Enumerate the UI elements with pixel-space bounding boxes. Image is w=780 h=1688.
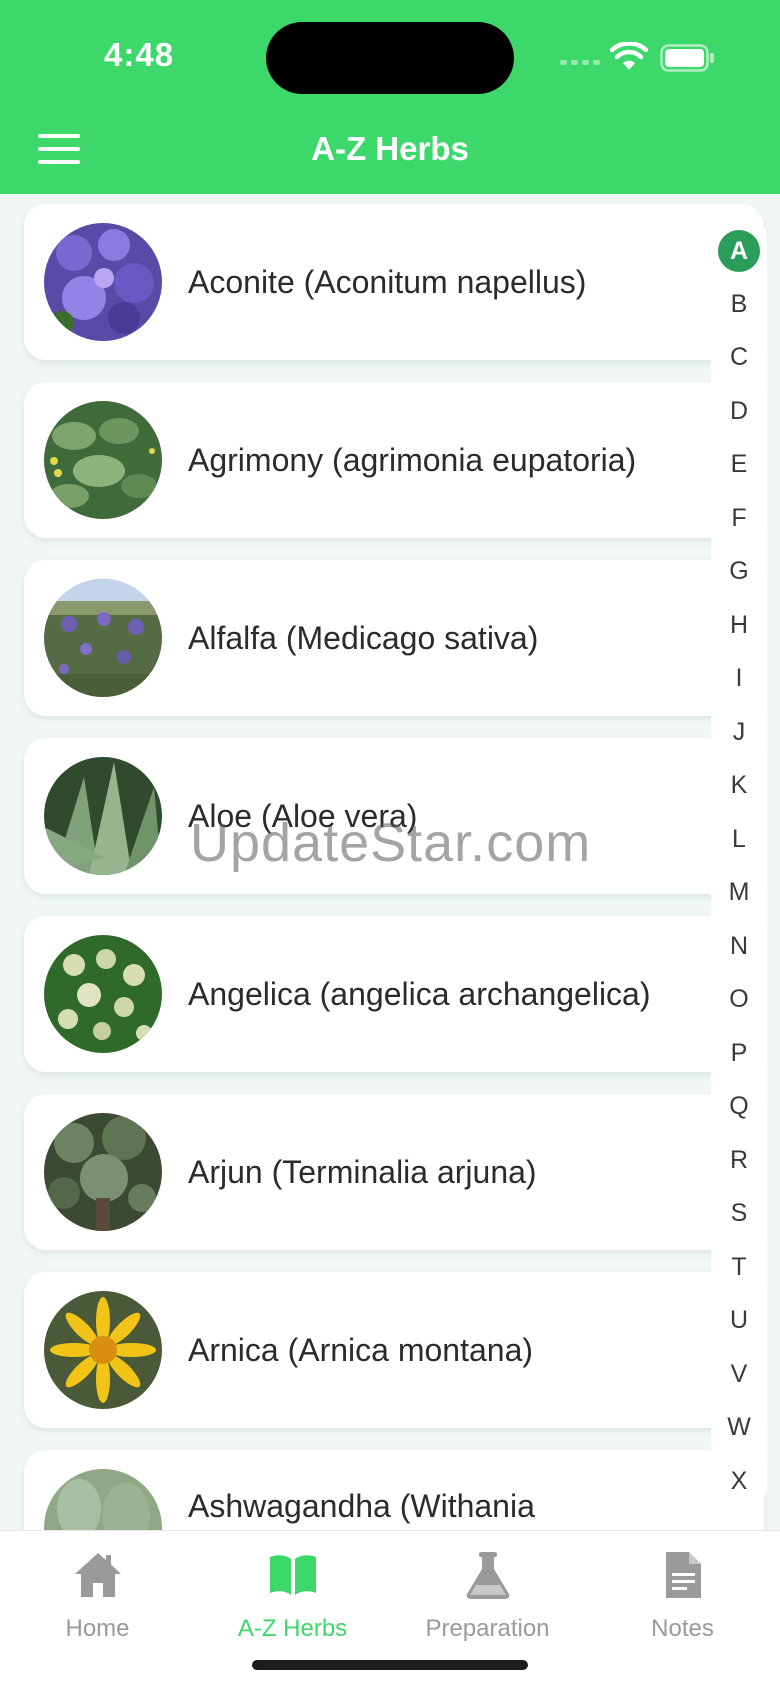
herb-card-agrimony[interactable]: Agrimony (agrimonia eupatoria) — [24, 382, 764, 538]
tab-notes[interactable]: Notes — [585, 1531, 780, 1651]
herb-card-arnica[interactable]: Arnica (Arnica montana) — [24, 1272, 764, 1428]
status-time: 4:48 — [104, 36, 175, 73]
index-letter-c[interactable]: C — [711, 335, 767, 379]
home-indicator — [252, 1660, 528, 1670]
herb-name: Aconite (Aconitum napellus) — [188, 264, 587, 300]
ashwagandha-photo — [44, 1469, 162, 1530]
home-icon — [75, 1553, 121, 1597]
tab-preparation[interactable]: Preparation — [390, 1531, 585, 1651]
index-letter-i[interactable]: I — [711, 656, 767, 700]
index-letter-v[interactable]: V — [711, 1352, 767, 1396]
tab-label: Home — [65, 1615, 130, 1642]
alphabet-index[interactable]: A B C D E F G H I J K L M N O P Q R S T … — [711, 222, 767, 1502]
aloe-photo — [44, 757, 162, 875]
arjun-photo — [44, 1113, 162, 1231]
herb-name: Arnica (Arnica montana) — [188, 1332, 534, 1368]
index-letter-l[interactable]: L — [711, 817, 767, 861]
app-header: 4:48 A-Z Herbs — [0, 0, 780, 194]
index-letter-t[interactable]: T — [711, 1245, 767, 1289]
herb-name: Ashwagandha (Withania — [188, 1488, 535, 1524]
document-icon — [666, 1552, 701, 1598]
index-letter-r[interactable]: R — [711, 1138, 767, 1182]
index-letter-j[interactable]: J — [711, 710, 767, 754]
index-letter-w[interactable]: W — [711, 1405, 767, 1449]
herb-card-ashwagandha[interactable]: Ashwagandha (Withania — [24, 1450, 764, 1530]
watermark: UpdateStar.com — [190, 813, 592, 873]
herb-name: Arjun (Terminalia arjuna) — [188, 1154, 537, 1190]
index-letter-a[interactable]: A — [718, 230, 760, 272]
tab-label: Preparation — [425, 1615, 550, 1642]
herb-card-aconite[interactable]: Aconite (Aconitum napellus) — [24, 204, 764, 360]
herb-card-arjun[interactable]: Arjun (Terminalia arjuna) — [24, 1094, 764, 1250]
arnica-photo — [44, 1291, 162, 1409]
herb-card-angelica[interactable]: Angelica (angelica archangelica) — [24, 916, 764, 1072]
index-letter-b[interactable]: B — [711, 282, 767, 326]
herb-name: Alfalfa (Medicago sativa) — [188, 620, 539, 656]
index-letter-s[interactable]: S — [711, 1191, 767, 1235]
page-title: A-Z Herbs — [311, 130, 469, 167]
flask-icon — [466, 1552, 510, 1599]
index-letter-q[interactable]: Q — [711, 1084, 767, 1128]
index-letter-x[interactable]: X — [711, 1459, 767, 1503]
index-letter-g[interactable]: G — [711, 549, 767, 593]
aconite-photo — [44, 223, 162, 341]
index-letter-m[interactable]: M — [711, 870, 767, 914]
index-letter-u[interactable]: U — [711, 1298, 767, 1342]
herb-name: Agrimony (agrimonia eupatoria) — [188, 442, 637, 478]
index-letter-k[interactable]: K — [711, 763, 767, 807]
dynamic-island — [266, 22, 514, 94]
app-screen: 4:48 A-Z Herbs Aconite (Aconitum napellu… — [0, 0, 780, 1688]
herb-name: Angelica (angelica archangelica) — [188, 976, 651, 1012]
agrimony-photo — [44, 401, 162, 519]
angelica-photo — [44, 935, 162, 1053]
index-letter-n[interactable]: N — [711, 924, 767, 968]
tab-home[interactable]: Home — [0, 1531, 195, 1651]
index-letter-p[interactable]: P — [711, 1031, 767, 1075]
tab-label: Notes — [651, 1615, 714, 1642]
tab-a-z-herbs[interactable]: A-Z Herbs — [195, 1531, 390, 1651]
wifi-icon — [610, 42, 648, 70]
index-letter-o[interactable]: O — [711, 977, 767, 1021]
index-letter-h[interactable]: H — [711, 603, 767, 647]
index-letter-e[interactable]: E — [711, 442, 767, 486]
alfalfa-photo — [44, 579, 162, 697]
battery-icon — [660, 44, 714, 72]
index-letter-f[interactable]: F — [711, 496, 767, 540]
cellular-signal-icon — [560, 60, 600, 65]
tab-label: A-Z Herbs — [237, 1615, 348, 1642]
open-book-icon — [270, 1555, 316, 1595]
herb-card-alfalfa[interactable]: Alfalfa (Medicago sativa) — [24, 560, 764, 716]
index-letter-d[interactable]: D — [711, 389, 767, 433]
